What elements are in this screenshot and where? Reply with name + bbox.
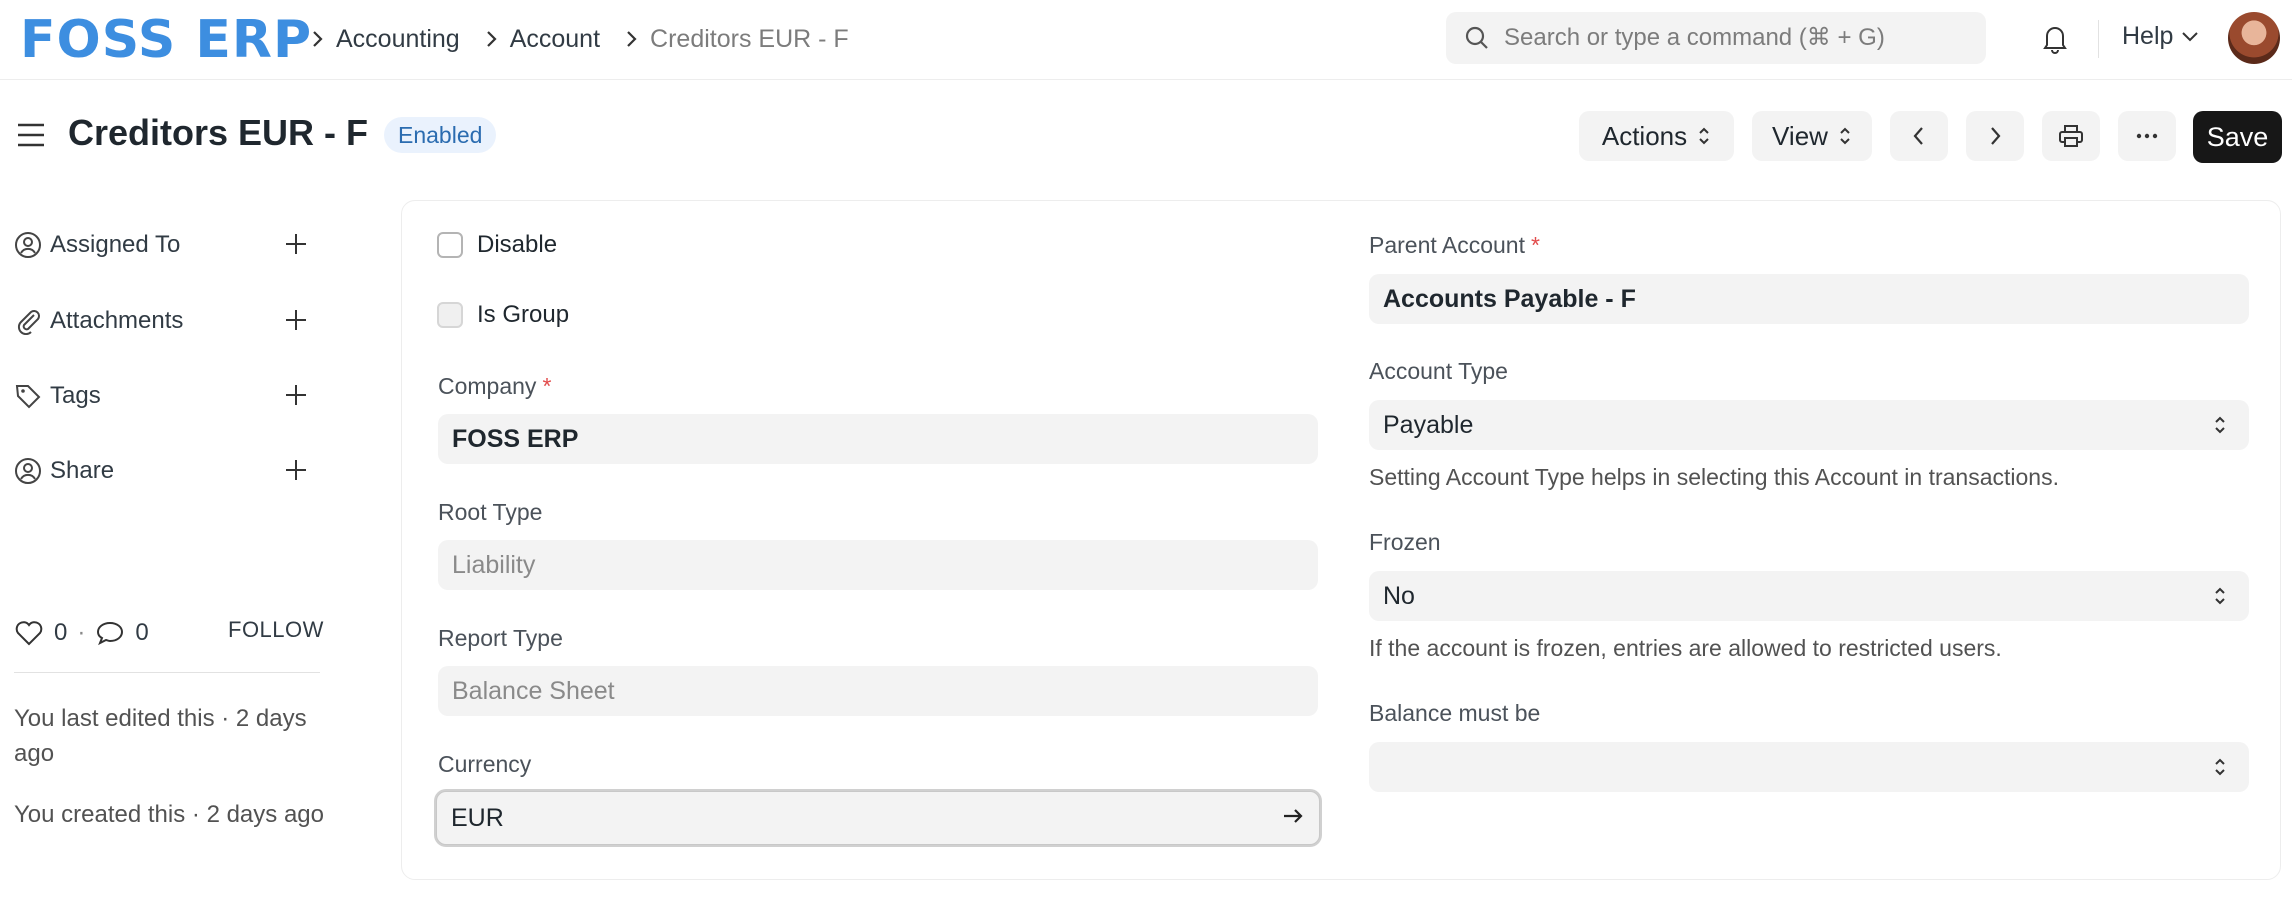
required-marker: * xyxy=(1531,232,1540,258)
breadcrumb-current[interactable]: Creditors EUR - F xyxy=(650,25,849,54)
actions-button[interactable]: Actions xyxy=(1579,111,1734,161)
share-user-icon xyxy=(14,457,42,485)
status-badge: Enabled xyxy=(384,117,497,153)
disable-label: Disable xyxy=(477,231,558,258)
search-icon xyxy=(1464,25,1490,51)
breadcrumb: Accounting Account Creditors EUR - F xyxy=(300,0,863,78)
created-note: You created this · 2 days ago xyxy=(14,801,324,828)
print-button[interactable] xyxy=(2042,111,2100,161)
disable-checkbox[interactable] xyxy=(437,232,463,258)
more-menu-button[interactable] xyxy=(2118,111,2176,161)
account-type-select[interactable]: Payable xyxy=(1369,400,2249,450)
sort-updown-icon xyxy=(2213,584,2227,608)
comment-icon[interactable] xyxy=(95,620,125,646)
frozen-value: No xyxy=(1383,581,1415,610)
plus-icon[interactable] xyxy=(284,458,308,482)
company-label-text: Company xyxy=(438,373,537,399)
root-type-label: Root Type xyxy=(438,499,543,525)
account-type-value: Payable xyxy=(1383,410,1474,439)
sort-updown-icon xyxy=(1838,125,1852,147)
frozen-select[interactable]: No xyxy=(1369,571,2249,621)
view-button[interactable]: View xyxy=(1752,111,1872,161)
sidebar-item-label: Tags xyxy=(50,382,101,409)
sidebar-divider xyxy=(14,672,320,673)
sidebar-item-share[interactable]: Share xyxy=(14,451,314,491)
actions-label: Actions xyxy=(1601,120,1688,151)
search-input[interactable] xyxy=(1504,24,1974,52)
heart-icon[interactable] xyxy=(14,620,44,646)
next-doc-button[interactable] xyxy=(1966,111,2024,161)
navbar-divider xyxy=(2098,20,2099,58)
is-group-label: Is Group xyxy=(477,301,570,328)
sidebar-item-assigned-to[interactable]: Assigned To xyxy=(14,225,314,265)
sidebar-toggle-icon[interactable] xyxy=(16,122,46,148)
chevron-left-icon xyxy=(1912,125,1926,147)
parent-account-label-text: Parent Account xyxy=(1369,232,1525,258)
follow-button[interactable]: FOLLOW xyxy=(228,617,324,643)
plus-icon[interactable] xyxy=(284,232,308,256)
stats-separator: · xyxy=(77,619,86,646)
sidebar-item-label: Share xyxy=(50,457,115,484)
account-type-hint: Setting Account Type helps in selecting … xyxy=(1369,464,2059,490)
sort-updown-icon xyxy=(1697,125,1711,147)
account-type-label: Account Type xyxy=(1369,358,1508,384)
tag-icon xyxy=(14,382,42,410)
company-field[interactable]: FOSS ERP xyxy=(438,414,1318,464)
paperclip-icon xyxy=(14,307,42,335)
frozen-hint: If the account is frozen, entries are al… xyxy=(1369,635,2002,661)
chevron-right-icon xyxy=(300,29,336,49)
currency-label: Currency xyxy=(438,751,532,777)
breadcrumb-accounting[interactable]: Accounting xyxy=(336,25,460,54)
breadcrumb-account[interactable]: Account xyxy=(510,25,600,54)
help-dropdown[interactable]: Help xyxy=(2122,22,2199,51)
required-marker: * xyxy=(542,373,552,399)
chevron-right-icon xyxy=(1988,125,2002,147)
balance-must-be-select[interactable] xyxy=(1369,742,2249,792)
root-type-field: Liability xyxy=(438,540,1318,590)
disable-checkbox-row[interactable]: Disable xyxy=(437,231,557,259)
avatar[interactable] xyxy=(2228,12,2280,64)
chevron-right-icon xyxy=(614,29,650,49)
ellipsis-icon xyxy=(2136,133,2158,139)
page-title: Creditors EUR - F xyxy=(68,112,369,153)
comment-count: 0 xyxy=(135,619,149,646)
save-button[interactable]: Save xyxy=(2193,111,2282,163)
awesomebar-search[interactable] xyxy=(1446,12,1986,64)
company-label: Company * xyxy=(438,373,551,400)
user-assign-icon xyxy=(14,231,42,259)
is-group-checkbox[interactable] xyxy=(437,302,463,328)
plus-icon[interactable] xyxy=(284,383,308,407)
report-type-label: Report Type xyxy=(438,625,563,651)
parent-account-label: Parent Account * xyxy=(1369,232,1540,259)
top-navbar: FOSS ERP Accounting Account Creditors EU… xyxy=(0,0,2292,80)
frozen-label: Frozen xyxy=(1369,529,1441,555)
currency-value: EUR xyxy=(451,803,504,832)
arrow-right-icon[interactable] xyxy=(1281,804,1305,828)
sidebar-item-tags[interactable]: Tags xyxy=(14,376,314,416)
notification-bell-icon[interactable] xyxy=(2040,22,2070,54)
form-card: Disable Is Group Company * FOSS ERP Root … xyxy=(401,200,2281,880)
sort-updown-icon xyxy=(2213,413,2227,437)
printer-icon xyxy=(2058,124,2084,148)
is-group-checkbox-row[interactable]: Is Group xyxy=(437,301,569,329)
last-edited-note: You last edited this · 2 days ago xyxy=(14,705,307,767)
sidebar-item-attachments[interactable]: Attachments xyxy=(14,301,314,341)
view-label: View xyxy=(1772,120,1828,151)
help-label: Help xyxy=(2122,22,2174,50)
sort-updown-icon xyxy=(2213,755,2227,779)
chevron-down-icon xyxy=(2181,31,2199,43)
currency-field[interactable]: EUR xyxy=(436,791,1320,845)
sidebar-item-label: Attachments xyxy=(50,307,184,334)
sidebar-item-label: Assigned To xyxy=(50,231,181,258)
like-count: 0 xyxy=(54,619,68,646)
chevron-right-icon xyxy=(474,29,510,49)
parent-account-field[interactable]: Accounts Payable - F xyxy=(1369,274,2249,324)
previous-doc-button[interactable] xyxy=(1890,111,1948,161)
report-type-field: Balance Sheet xyxy=(438,666,1318,716)
app-logo[interactable]: FOSS ERP xyxy=(20,6,312,74)
plus-icon[interactable] xyxy=(284,308,308,332)
balance-must-be-label: Balance must be xyxy=(1369,700,1541,726)
